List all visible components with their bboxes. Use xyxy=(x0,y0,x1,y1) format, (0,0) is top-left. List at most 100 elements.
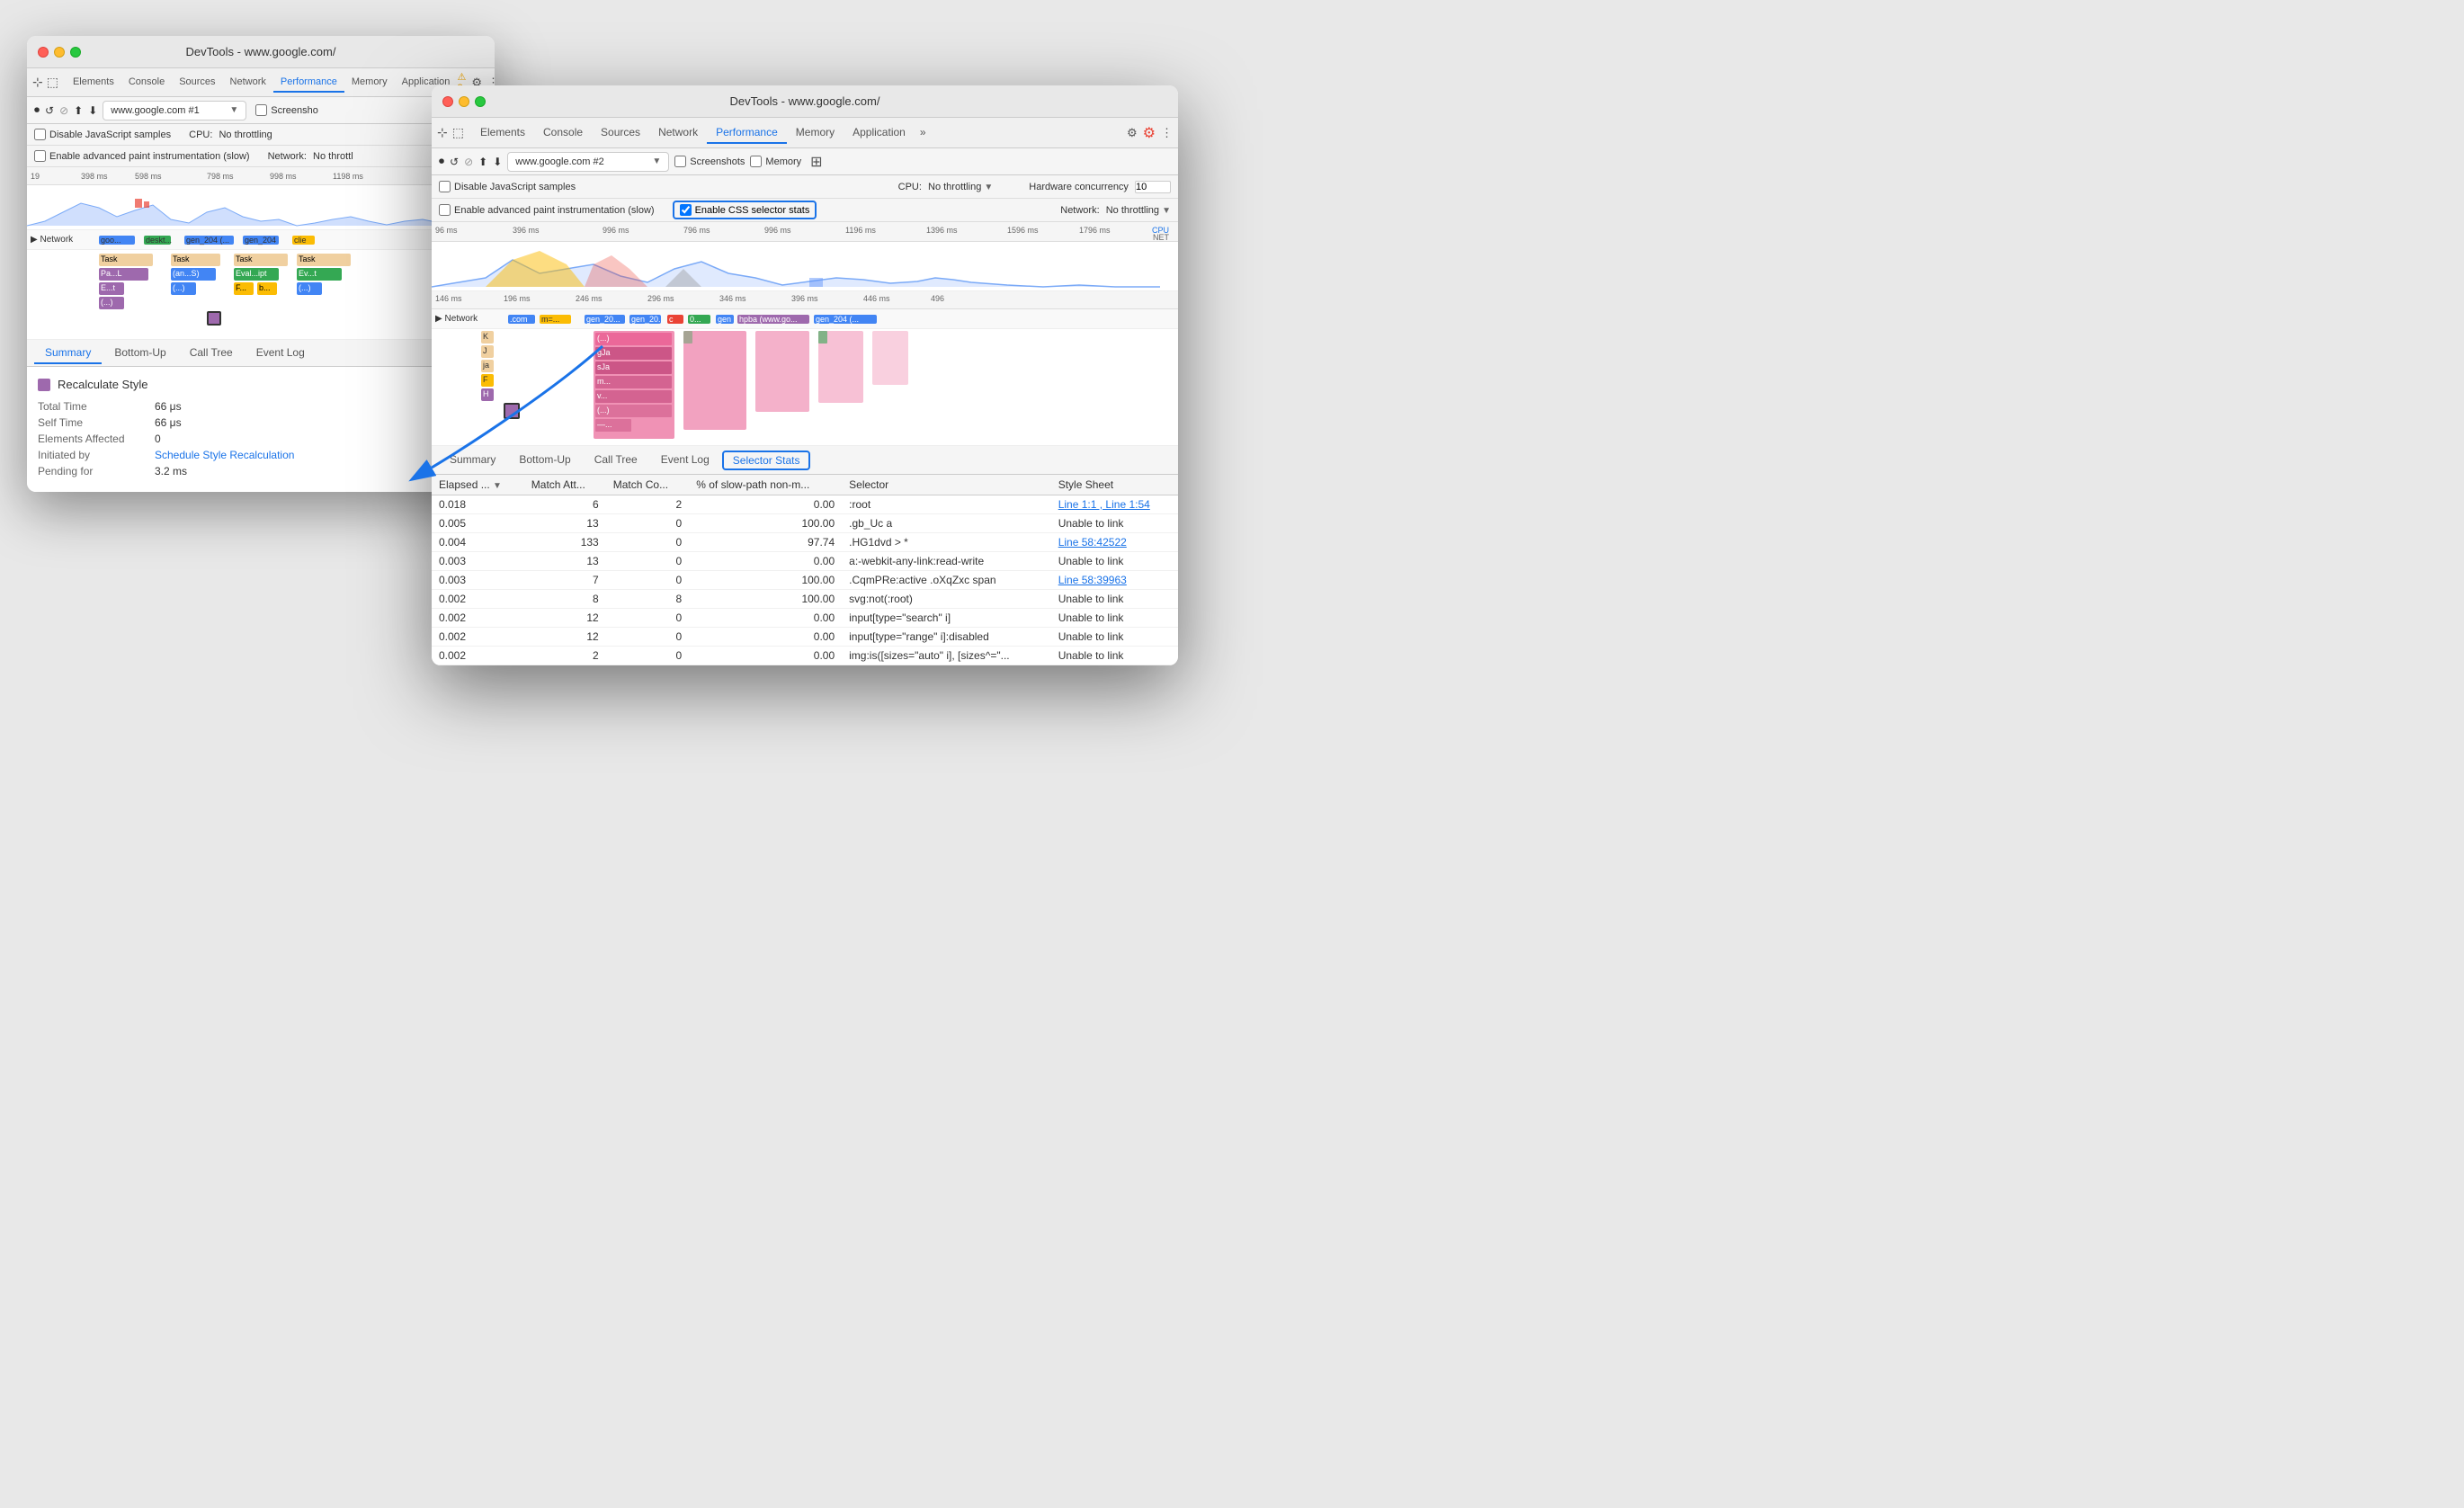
cell-elapsed: 0.018 xyxy=(432,495,524,514)
inspect-icon[interactable]: ⬚ xyxy=(47,75,58,90)
sort-arrow-elapsed: ▼ xyxy=(493,481,502,491)
tab-memory-2[interactable]: Memory xyxy=(787,122,844,144)
close-button-2[interactable] xyxy=(442,96,453,107)
cursor-icon-2[interactable]: ⊹ xyxy=(437,125,448,140)
screenshots-check-1[interactable] xyxy=(255,104,267,116)
traffic-lights-2 xyxy=(442,96,486,107)
tab-console-2[interactable]: Console xyxy=(534,122,592,144)
initiated-link-1[interactable]: Schedule Style Recalculation xyxy=(155,449,294,461)
screenshots-check-2[interactable] xyxy=(674,156,686,167)
col-selector[interactable]: Selector xyxy=(842,475,1051,495)
record-btn-2[interactable]: ⏺ xyxy=(439,155,444,168)
col-match-att[interactable]: Match Att... xyxy=(524,475,606,495)
options-row1-1: Disable JavaScript samples CPU: No throt… xyxy=(27,124,495,146)
summary-row-pending: Pending for 3.2 ms xyxy=(38,465,484,477)
bottom-tab-calltree-1[interactable]: Call Tree xyxy=(179,343,244,364)
tab-network-1[interactable]: Network xyxy=(223,73,273,93)
flame-task-4: Task xyxy=(297,254,351,266)
flame2-block2 xyxy=(683,331,746,430)
cell-pct-slow: 97.74 xyxy=(689,533,842,552)
hardware-concurrency-input[interactable] xyxy=(1135,181,1171,193)
upload-btn-2[interactable]: ⬆ xyxy=(478,156,487,168)
cell-match-att: 2 xyxy=(524,647,606,665)
disable-js-samples-2[interactable]: Disable JavaScript samples xyxy=(439,181,576,192)
bottom-tab-calltree-2[interactable]: Call Tree xyxy=(584,450,648,471)
cursor-icon[interactable]: ⊹ xyxy=(32,75,43,90)
maximize-button-1[interactable] xyxy=(70,47,81,58)
cell-stylesheet: Unable to link xyxy=(1051,514,1178,533)
flame2-bigblock: (...) gJa sJa m... v... (...) —... xyxy=(594,331,674,439)
gear-icon-2[interactable]: ⚙ xyxy=(1127,126,1138,140)
enable-adv-paint-1[interactable]: Enable advanced paint instrumentation (s… xyxy=(34,150,250,162)
col-pct-slow[interactable]: % of slow-path non-m... xyxy=(689,475,842,495)
download-btn-1[interactable]: ⬇ xyxy=(88,104,97,117)
cell-match-att: 13 xyxy=(524,552,606,571)
url-dropdown-1[interactable]: ▼ xyxy=(229,105,238,115)
expand-icon-2[interactable]: ⊞ xyxy=(810,153,822,171)
col-stylesheet[interactable]: Style Sheet xyxy=(1051,475,1178,495)
selected-frame-2[interactable] xyxy=(504,403,520,419)
cpu-chart-2 xyxy=(432,242,1178,291)
cell-match-att: 133 xyxy=(524,533,606,552)
settings-red-icon-2[interactable]: ⚙ xyxy=(1143,124,1156,142)
cell-stylesheet: Unable to link xyxy=(1051,647,1178,665)
bottom-tabs-2: Summary Bottom-Up Call Tree Event Log Se… xyxy=(432,446,1178,475)
clear-btn-1[interactable]: ⊘ xyxy=(59,104,68,117)
tab-more-2[interactable]: » xyxy=(915,122,932,144)
tab-sources-2[interactable]: Sources xyxy=(592,122,649,144)
bottom-tab-bottomup-1[interactable]: Bottom-Up xyxy=(103,343,176,364)
tab-performance-1[interactable]: Performance xyxy=(273,73,344,93)
tab-memory-1[interactable]: Memory xyxy=(344,73,395,93)
minimize-button-2[interactable] xyxy=(459,96,469,107)
memory-check-2[interactable] xyxy=(750,156,762,167)
tab-application-2[interactable]: Application xyxy=(844,122,915,144)
record-btn-1[interactable]: ⏺ xyxy=(34,103,40,117)
stylesheet-link[interactable]: Line 58:42522 xyxy=(1058,536,1127,549)
col-match-co[interactable]: Match Co... xyxy=(606,475,690,495)
cell-selector: .HG1dvd > * xyxy=(842,533,1051,552)
selected-frame-1[interactable] xyxy=(207,311,221,326)
color-swatch-1 xyxy=(38,379,50,391)
cell-stylesheet: Line 58:42522 xyxy=(1051,533,1178,552)
flame2-k: K xyxy=(481,331,494,344)
enable-css-selector-highlight[interactable]: Enable CSS selector stats xyxy=(673,201,817,219)
col-elapsed[interactable]: Elapsed ... ▼ xyxy=(432,475,524,495)
bottom-tab-eventlog-1[interactable]: Event Log xyxy=(246,343,316,364)
enable-adv-paint-2[interactable]: Enable advanced paint instrumentation (s… xyxy=(439,204,655,216)
inspect-icon-2[interactable]: ⬚ xyxy=(452,125,464,140)
tab-console-1[interactable]: Console xyxy=(121,73,172,93)
flame-task-1: Task xyxy=(99,254,153,266)
table-row: 0.002 8 8 100.00 svg:not(:root) Unable t… xyxy=(432,590,1178,609)
upload-btn-1[interactable]: ⬆ xyxy=(74,104,83,117)
flame2-green1 xyxy=(683,331,692,344)
bottom-tab-bottomup-2[interactable]: Bottom-Up xyxy=(508,450,581,471)
more-icon-2[interactable]: ⋮ xyxy=(1161,126,1173,140)
table-row: 0.003 13 0 0.00 a:-webkit-any-link:read-… xyxy=(432,552,1178,571)
bottom-tab-eventlog-2[interactable]: Event Log xyxy=(650,450,720,471)
maximize-button-2[interactable] xyxy=(475,96,486,107)
bottom-tab-summary-2[interactable]: Summary xyxy=(439,450,506,471)
cell-stylesheet: Unable to link xyxy=(1051,590,1178,609)
bottom-tab-summary-1[interactable]: Summary xyxy=(34,343,102,364)
titlebar-2: DevTools - www.google.com/ xyxy=(432,85,1178,118)
tab-elements-1[interactable]: Elements xyxy=(66,73,121,93)
tab-sources-1[interactable]: Sources xyxy=(172,73,222,93)
bottom-tab-selector-stats[interactable]: Selector Stats xyxy=(722,451,811,470)
cell-match-att: 8 xyxy=(524,590,606,609)
reload-btn-1[interactable]: ↺ xyxy=(45,104,54,117)
tab-elements-2[interactable]: Elements xyxy=(471,122,534,144)
url-dropdown-2[interactable]: ▼ xyxy=(652,156,661,166)
css-selector-check[interactable] xyxy=(680,204,692,216)
tab-performance-2[interactable]: Performance xyxy=(707,122,787,144)
tab-network-2[interactable]: Network xyxy=(649,122,707,144)
minimize-button-1[interactable] xyxy=(54,47,65,58)
download-btn-2[interactable]: ⬇ xyxy=(493,156,502,168)
reload-btn-2[interactable]: ↺ xyxy=(450,156,459,168)
disable-js-samples-1[interactable]: Disable JavaScript samples xyxy=(34,129,171,140)
close-button-1[interactable] xyxy=(38,47,49,58)
stylesheet-link[interactable]: Line 58:39963 xyxy=(1058,574,1127,586)
stylesheet-link[interactable]: Line 1:1 , Line 1:54 xyxy=(1058,498,1150,511)
cell-selector: :root xyxy=(842,495,1051,514)
clear-btn-2[interactable]: ⊘ xyxy=(464,156,473,168)
flame-paren2: (...) xyxy=(171,282,196,295)
